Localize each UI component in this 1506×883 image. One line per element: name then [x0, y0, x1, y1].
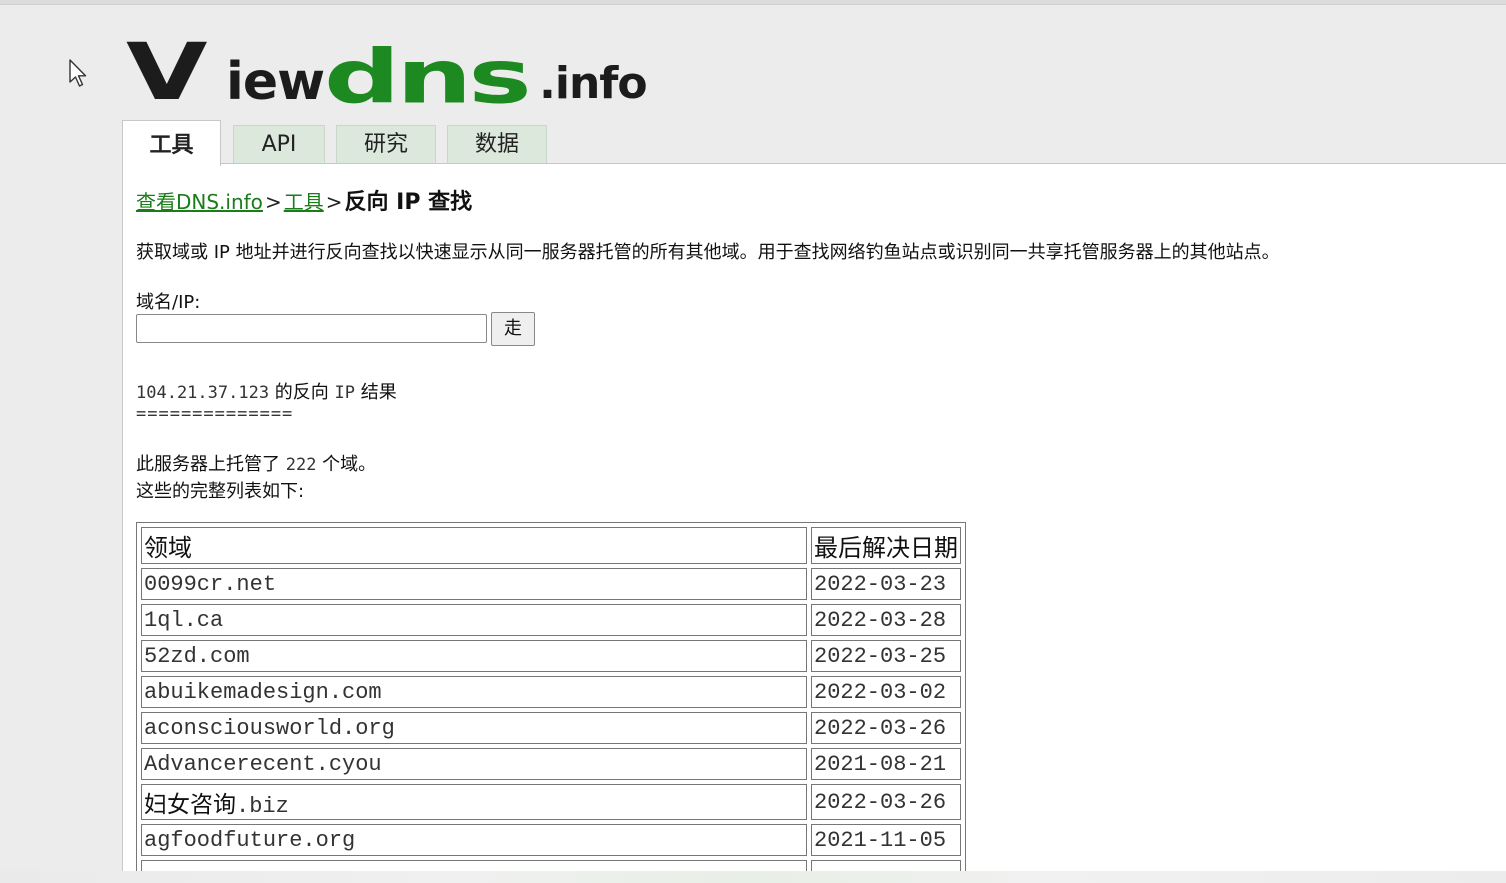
table-row: 52zd.com 2022-03-25: [141, 640, 961, 672]
breadcrumb-separator: >: [264, 190, 282, 214]
mouse-cursor-icon: [69, 59, 87, 87]
date-cell: 2021-08-21: [811, 748, 961, 780]
tab-tools[interactable]: 工具: [122, 120, 221, 166]
window-top-border: [0, 0, 1506, 5]
tab-research[interactable]: 研究: [336, 125, 436, 164]
domain-ip-label: 域名/IP:: [136, 292, 201, 313]
domain-ip-input[interactable]: [136, 314, 487, 343]
result-heading: 104.21.37.123 的反向 IP 结果: [136, 378, 397, 404]
breadcrumb-separator: >: [325, 190, 343, 214]
domain-cell: abuikemadesign.com: [141, 676, 807, 708]
table-row: agfoodfuture.org 2021-11-05: [141, 824, 961, 856]
table-row: 妇女咨询.biz 2022-03-26: [141, 784, 961, 820]
tab-api[interactable]: API: [233, 125, 325, 164]
column-header-date: 最后解决日期: [811, 527, 961, 564]
date-cell: 2022-03-26: [811, 712, 961, 744]
table-row: abuikemadesign.com 2022-03-02: [141, 676, 961, 708]
result-ip: 104.21.37.123: [136, 383, 270, 403]
domain-cell: aconsciousworld.org: [141, 712, 807, 744]
result-heading-suffix: 结果: [355, 382, 397, 403]
date-cell: 2022-03-26: [811, 784, 961, 820]
bottom-edge: [0, 871, 1506, 883]
logo-letter-v: V: [126, 28, 208, 118]
breadcrumb-tools-link[interactable]: 工具: [284, 190, 324, 214]
date-cell: 2022-03-28: [811, 604, 961, 636]
tool-description: 获取域或 IP 地址并进行反向查找以快速显示从同一服务器托管的所有其他域。用于查…: [136, 242, 1280, 263]
domain-count-text: 此服务器上托管了 222 个域。: [136, 450, 376, 476]
count-prefix: 此服务器上托管了: [136, 454, 286, 475]
domain-cell: Advancerecent.cyou: [141, 748, 807, 780]
go-button[interactable]: 走: [491, 312, 535, 346]
tab-data[interactable]: 数据: [447, 125, 547, 164]
column-header-domain: 领域: [141, 527, 807, 564]
site-logo[interactable]: V iew dns .info: [126, 28, 648, 121]
breadcrumb: 查看DNS.info > 工具 >反向 IP 查找: [136, 184, 472, 216]
domain-cell: agfoodfuture.org: [141, 824, 807, 856]
logo-text-dns: dns: [324, 35, 532, 121]
table-row: 0099cr.net 2022-03-23: [141, 568, 961, 600]
date-cell: 2022-03-23: [811, 568, 961, 600]
breadcrumb-home-link[interactable]: 查看DNS.info: [136, 190, 263, 214]
domain-cn-part: 妇女咨询: [144, 792, 236, 818]
table-header-row: 领域 最后解决日期: [141, 527, 961, 564]
content-panel: 查看DNS.info > 工具 >反向 IP 查找 获取域或 IP 地址并进行反向查找…: [122, 163, 1506, 872]
table-row: Advancerecent.cyou 2021-08-21: [141, 748, 961, 780]
result-heading-ip-word: IP: [334, 383, 355, 403]
result-divider: ==============: [136, 404, 294, 424]
list-note: 这些的完整列表如下:: [136, 481, 305, 502]
result-heading-text: 的反向: [269, 382, 335, 403]
table-row: 1ql.ca 2022-03-28: [141, 604, 961, 636]
domain-cell: 52zd.com: [141, 640, 807, 672]
table-row: aconsciousworld.org 2022-03-26: [141, 712, 961, 744]
page-title: 反向 IP 查找: [344, 190, 473, 215]
domain-tld-part: .biz: [236, 794, 289, 819]
date-cell: 2022-03-25: [811, 640, 961, 672]
domain-cell: 0099cr.net: [141, 568, 807, 600]
count-suffix: 个域。: [316, 454, 377, 475]
domain-cell: 1ql.ca: [141, 604, 807, 636]
domain-count: 222: [285, 455, 317, 475]
date-cell: 2021-11-05: [811, 824, 961, 856]
results-table: 领域 最后解决日期 0099cr.net 2022-03-23 1ql.ca 2…: [136, 522, 966, 872]
domain-cell: 妇女咨询.biz: [141, 784, 807, 820]
date-cell: 2022-03-02: [811, 676, 961, 708]
